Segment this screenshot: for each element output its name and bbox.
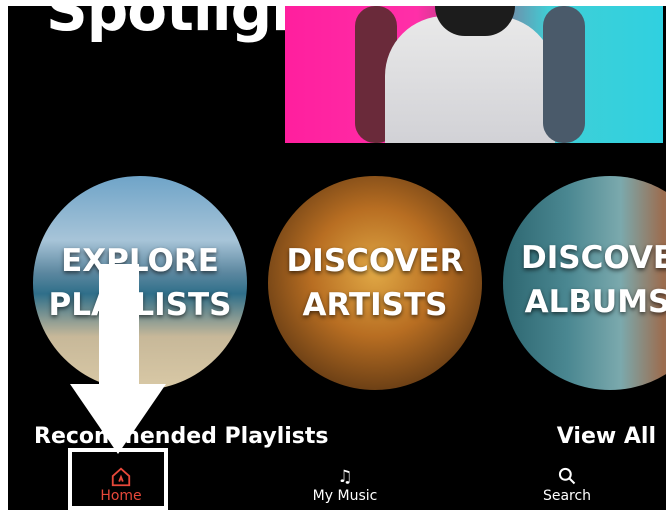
music-note-icon: ♫ — [337, 467, 353, 487]
spotlight-hero-image[interactable] — [285, 6, 663, 143]
annotation-highlight-box — [68, 448, 168, 510]
nav-my-music-label: My Music — [312, 488, 378, 504]
discover-albums-card[interactable]: DISCOVE ALBUMS — [503, 176, 666, 390]
view-all-link[interactable]: View All — [557, 424, 656, 449]
discover-artists-label: DISCOVER ARTISTS — [287, 239, 464, 327]
search-icon — [512, 466, 622, 488]
discover-albums-label: DISCOVE ALBUMS — [521, 236, 666, 324]
nav-search[interactable]: Search — [512, 466, 622, 504]
category-label-line2: ALBUMS — [524, 284, 666, 320]
nav-my-music[interactable]: ♫ My Music — [290, 466, 400, 504]
category-label-line1: DISCOVE — [521, 240, 666, 276]
discover-artists-card[interactable]: DISCOVER ARTISTS — [268, 176, 482, 390]
category-label-line2: ARTISTS — [302, 287, 448, 323]
hero-figure-arm-right — [543, 6, 585, 143]
nav-search-label: Search — [542, 488, 592, 504]
annotation-arrow-down — [70, 264, 166, 454]
category-label-line1: DISCOVER — [286, 243, 464, 279]
